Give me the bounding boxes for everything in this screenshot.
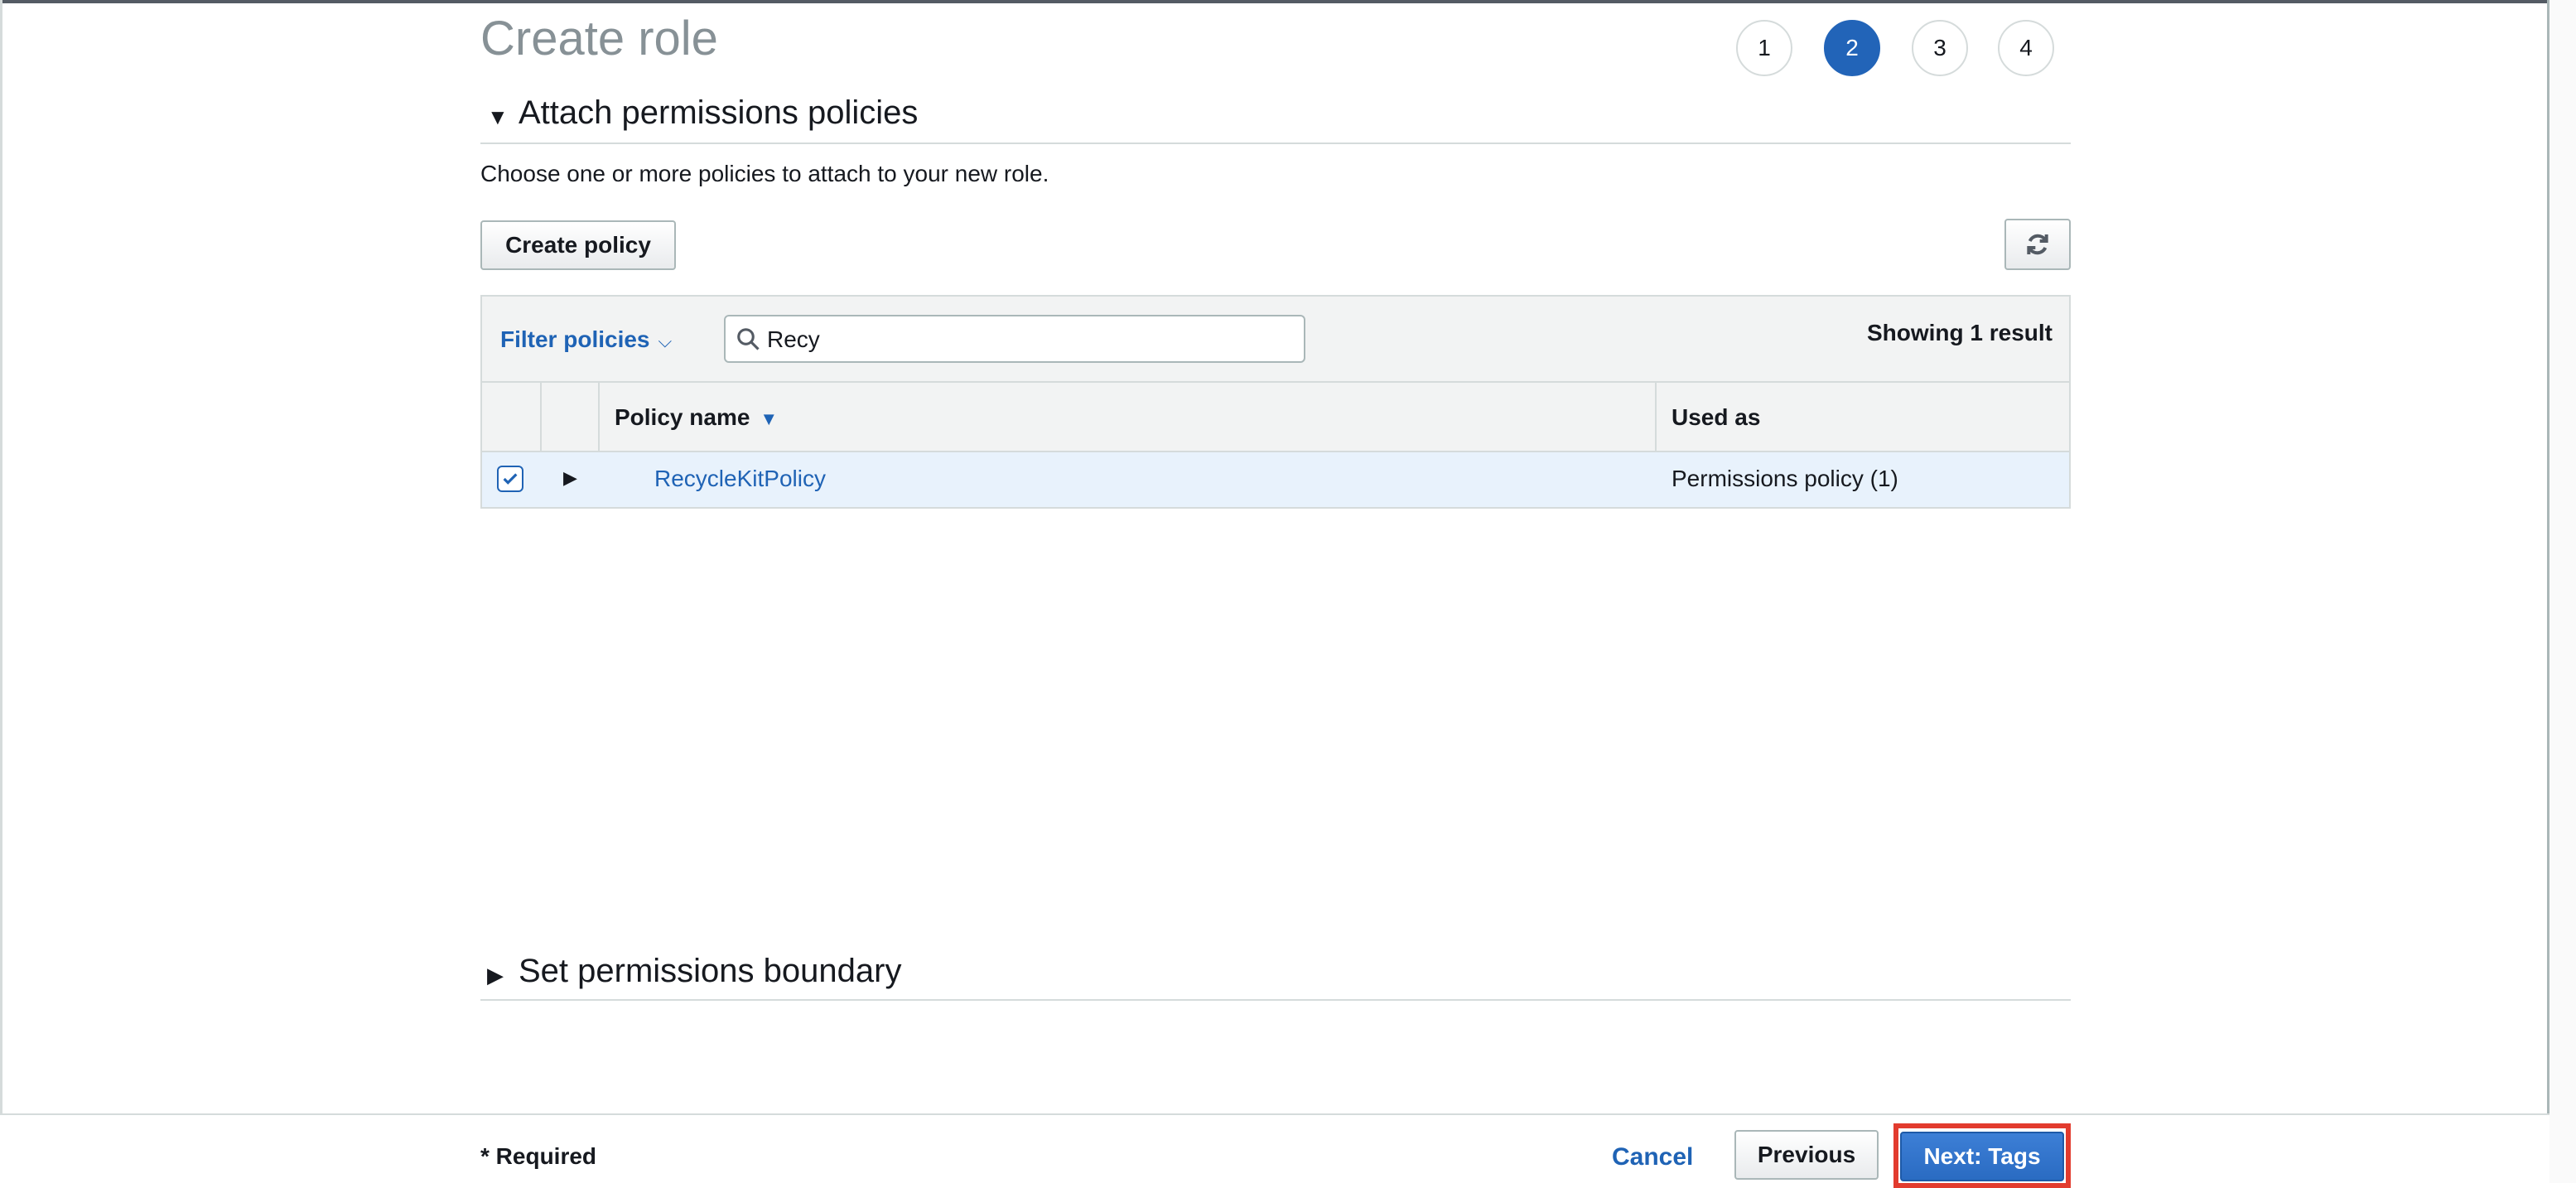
column-header-label: Policy name [615,404,750,430]
column-header-used-as: Used as [1672,404,1761,430]
required-note: * Required [480,1143,597,1169]
table-row[interactable]: ▶ RecycleKitPolicy Permissions policy (1… [482,452,2069,507]
cancel-link[interactable]: Cancel [1612,1143,1693,1171]
search-input[interactable]: Recy [724,315,1305,363]
column-divider [598,383,600,451]
column-header-policy-name[interactable]: Policy name ▼ [615,404,778,431]
previous-button[interactable]: Previous [1734,1130,1879,1180]
content-frame [0,0,2549,1183]
create-policy-button[interactable]: Create policy [480,220,676,270]
table-header-row: Policy name ▼ Used as [482,383,2069,452]
chevron-down-icon: ⌵ [658,331,673,351]
permissions-boundary-section-header[interactable]: ▶ Set permissions boundary [480,949,2071,1001]
section-title: Set permissions boundary [519,953,902,989]
next-tags-button[interactable]: Next: Tags [1900,1132,2064,1181]
expand-row-icon[interactable]: ▶ [563,467,577,489]
section-title: Attach permissions policies [519,94,919,131]
scrollbar-track[interactable] [2549,0,2576,1183]
column-divider [1655,383,1657,451]
step-1[interactable]: 1 [1736,20,1792,76]
result-count: Showing 1 result [1866,320,2053,345]
page-title: Create role [480,12,718,65]
caret-right-icon: ▶ [487,963,504,988]
search-value: Recy [767,326,820,352]
table-toolbar: Filter policies ⌵ Recy Showing 1 result [482,297,2069,383]
refresh-button[interactable] [2004,219,2071,270]
used-as-value: Permissions policy (1) [1672,466,1898,491]
caret-down-icon: ▼ [487,104,509,129]
step-2-current: 2 [1824,20,1880,76]
policies-table: Filter policies ⌵ Recy Showing 1 result P… [480,295,2071,509]
step-4[interactable]: 4 [1998,20,2054,76]
step-3[interactable]: 3 [1912,20,1968,76]
refresh-icon [2027,234,2048,255]
row-checkbox[interactable] [497,466,523,492]
column-divider [540,383,542,451]
attach-policies-section-header[interactable]: ▼ Attach permissions policies [480,86,2071,144]
filter-label: Filter policies [500,326,650,352]
policy-name-link[interactable]: RecycleKitPolicy [654,466,826,492]
filter-policies-dropdown[interactable]: Filter policies ⌵ [500,326,672,353]
search-icon [737,328,760,350]
sort-desc-icon: ▼ [760,408,779,429]
section-description: Choose one or more policies to attach to… [480,161,1049,186]
wizard-footer: * Required Cancel Previous Next: Tags [0,1113,2549,1188]
checkmark-icon [503,473,518,485]
